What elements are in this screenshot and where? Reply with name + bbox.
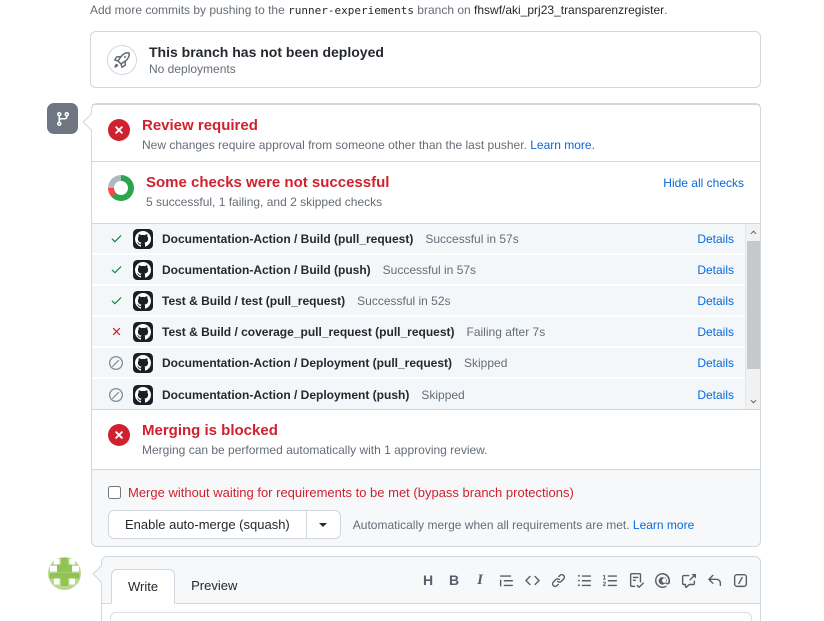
- comment-box-pointer: [93, 566, 110, 583]
- unordered-list-icon[interactable]: [574, 570, 594, 590]
- checks-summary-title: Some checks were not successful: [146, 174, 389, 191]
- quote-icon[interactable]: [496, 570, 516, 590]
- check-name: Documentation-Action / Deployment (push): [162, 388, 409, 402]
- check-row: Documentation-Action / Build (push) Succ…: [92, 255, 760, 286]
- check-name: Test & Build / test (pull_request): [162, 294, 345, 308]
- skip-icon: [108, 356, 124, 370]
- check-details-link[interactable]: Details: [697, 232, 734, 246]
- github-actions-icon: [133, 260, 153, 280]
- check-icon: [108, 294, 124, 307]
- comment-input[interactable]: [110, 612, 752, 621]
- checks-list: Documentation-Action / Build (pull_reque…: [92, 223, 760, 409]
- checks-donut-icon: [108, 175, 134, 201]
- cross-reference-icon[interactable]: [678, 570, 698, 590]
- scrollbar-thumb[interactable]: [747, 241, 760, 369]
- check-name: Documentation-Action / Build (push): [162, 263, 371, 277]
- tab-write[interactable]: Write: [111, 569, 175, 604]
- auto-merge-learn-more-link[interactable]: Learn more: [633, 518, 694, 532]
- comment-body: [102, 604, 760, 621]
- check-status-text: Failing after 7s: [467, 325, 546, 339]
- git-branch-icon: [47, 103, 78, 134]
- check-details-link[interactable]: Details: [697, 356, 734, 370]
- bypass-protections-option[interactable]: Merge without waiting for requirements t…: [108, 485, 744, 500]
- check-row: Documentation-Action / Deployment (pull_…: [92, 348, 760, 379]
- review-required-section: Review required New changes require appr…: [92, 104, 760, 161]
- merging-blocked-section: Merging is blocked Merging can be perfor…: [92, 409, 760, 469]
- deployment-title: This branch has not been deployed: [149, 44, 384, 60]
- skip-icon: [108, 388, 124, 402]
- enable-auto-merge-button[interactable]: Enable auto-merge (squash): [109, 511, 306, 538]
- merging-blocked-body: Merging can be performed automatically w…: [142, 443, 488, 457]
- scroll-up-icon[interactable]: [746, 224, 760, 240]
- check-details-link[interactable]: Details: [697, 388, 734, 402]
- checks-summary-section: Some checks were not successful 5 succes…: [92, 161, 760, 223]
- markdown-toolbar: H B I: [418, 570, 750, 590]
- branch-name[interactable]: runner-experiements: [288, 4, 414, 17]
- hide-all-checks-link[interactable]: Hide all checks: [663, 176, 744, 190]
- auto-merge-button-group: Enable auto-merge (squash): [108, 510, 341, 539]
- check-details-link[interactable]: Details: [697, 325, 734, 339]
- check-status-text: Successful in 52s: [357, 294, 450, 308]
- bypass-protections-checkbox[interactable]: [108, 486, 121, 499]
- check-name: Test & Build / coverage_pull_request (pu…: [162, 325, 455, 339]
- github-actions-icon: [133, 385, 153, 405]
- check-status-text: Successful in 57s: [425, 232, 518, 246]
- auto-merge-dropdown-button[interactable]: [306, 511, 340, 538]
- check-row: Test & Build / test (pull_request) Succe…: [92, 286, 760, 317]
- github-actions-icon: [133, 229, 153, 249]
- tasklist-icon[interactable]: [626, 570, 646, 590]
- check-icon: [108, 232, 124, 245]
- review-learn-more-link[interactable]: Learn more.: [530, 138, 595, 152]
- x-circle-icon: [108, 119, 130, 141]
- auto-merge-note: Automatically merge when all requirement…: [353, 518, 695, 532]
- review-required-body: New changes require approval from someon…: [142, 138, 595, 152]
- ordered-list-icon[interactable]: [600, 570, 620, 590]
- check-status-text: Skipped: [464, 356, 507, 370]
- push-more-commits-note: Add more commits by pushing to the runne…: [90, 3, 667, 17]
- check-row: Documentation-Action / Build (pull_reque…: [92, 224, 760, 255]
- heading-icon[interactable]: H: [418, 570, 438, 590]
- chevron-down-icon: [319, 523, 327, 531]
- scroll-down-icon[interactable]: [746, 393, 760, 409]
- comment-tabs-header: Write Preview H B I: [102, 557, 760, 604]
- merge-actions-section: Merge without waiting for requirements t…: [92, 469, 760, 546]
- merging-blocked-title: Merging is blocked: [142, 422, 488, 439]
- user-avatar[interactable]: [48, 557, 81, 590]
- comment-tabs: Write Preview: [111, 569, 253, 604]
- bold-icon[interactable]: B: [444, 570, 464, 590]
- bypass-protections-label: Merge without waiting for requirements t…: [128, 485, 574, 500]
- check-status-text: Skipped: [421, 388, 464, 402]
- check-name: Documentation-Action / Build (pull_reque…: [162, 232, 413, 246]
- check-details-link[interactable]: Details: [697, 294, 734, 308]
- github-actions-icon: [133, 353, 153, 373]
- x-icon: [108, 325, 124, 338]
- slash-commands-icon[interactable]: [730, 570, 750, 590]
- check-status-text: Successful in 57s: [383, 263, 476, 277]
- checks-summary-subtitle: 5 successful, 1 failing, and 2 skipped c…: [146, 195, 389, 209]
- check-details-link[interactable]: Details: [697, 263, 734, 277]
- tab-preview[interactable]: Preview: [175, 569, 253, 604]
- check-icon: [108, 263, 124, 276]
- check-row: Documentation-Action / Deployment (push)…: [92, 379, 760, 409]
- repo-link[interactable]: fhswf/aki_prj23_transparenzregister: [474, 3, 664, 17]
- check-row: Test & Build / coverage_pull_request (pu…: [92, 317, 760, 348]
- rocket-icon: [107, 45, 137, 75]
- code-icon[interactable]: [522, 570, 542, 590]
- review-required-title: Review required: [142, 117, 595, 134]
- deployment-status-box: This branch has not been deployed No dep…: [90, 31, 761, 88]
- reply-icon[interactable]: [704, 570, 724, 590]
- x-circle-icon: [108, 424, 130, 446]
- github-actions-icon: [133, 291, 153, 311]
- check-name: Documentation-Action / Deployment (pull_…: [162, 356, 452, 370]
- mention-icon[interactable]: [652, 570, 672, 590]
- comment-composer: Write Preview H B I: [101, 556, 761, 621]
- italic-icon[interactable]: I: [470, 570, 490, 590]
- link-icon[interactable]: [548, 570, 568, 590]
- github-actions-icon: [133, 322, 153, 342]
- deployment-subtitle: No deployments: [149, 62, 384, 76]
- merge-status-box: Review required New changes require appr…: [91, 103, 761, 547]
- checks-scrollbar[interactable]: [745, 224, 760, 409]
